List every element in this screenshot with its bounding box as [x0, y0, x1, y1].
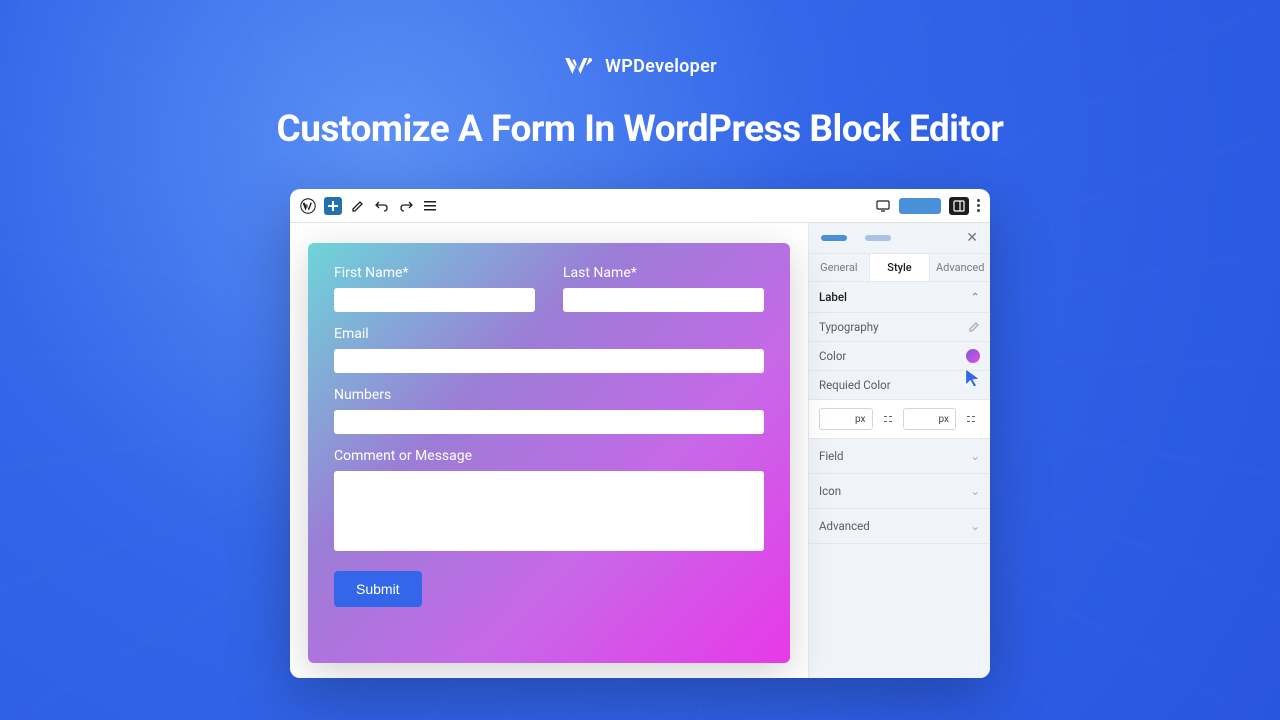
wordpress-logo-icon[interactable]	[300, 198, 316, 214]
first-name-label: First Name*	[334, 265, 535, 281]
brand-logo: WPDeveloper	[277, 52, 1004, 80]
last-name-label: Last Name*	[563, 265, 764, 281]
submit-button[interactable]: Submit	[334, 571, 422, 607]
sidebar-tabs: General Style Advanced	[809, 253, 990, 282]
edit-typography-icon[interactable]	[968, 321, 980, 333]
link-dimensions-icon-2[interactable]	[962, 410, 980, 428]
tab-style[interactable]: Style	[870, 254, 931, 281]
panel-field[interactable]: Field ⌄	[809, 439, 990, 474]
brand-name: WPDeveloper	[605, 56, 717, 77]
panel-label-header[interactable]: Label ⌃	[809, 282, 990, 313]
chevron-down-icon: ⌄	[970, 484, 980, 498]
row-typography[interactable]: Typography	[809, 313, 990, 342]
close-icon[interactable]: ✕	[966, 230, 978, 246]
chevron-up-icon: ⌃	[970, 290, 980, 304]
form-block[interactable]: First Name* Last Name* Email Numbers	[308, 243, 790, 663]
editor-toolbar	[290, 189, 990, 223]
more-options-icon[interactable]	[977, 199, 980, 212]
logo-mark-icon	[563, 52, 595, 80]
sidebar-tab-pill-2[interactable]	[865, 235, 891, 241]
numbers-input[interactable]	[334, 410, 764, 434]
tab-general[interactable]: General	[809, 254, 870, 281]
editor-window: First Name* Last Name* Email Numbers	[290, 189, 990, 678]
email-input[interactable]	[334, 349, 764, 373]
row-required-color[interactable]: Requied Color	[809, 371, 990, 400]
add-block-button[interactable]	[324, 197, 342, 215]
undo-icon[interactable]	[374, 198, 390, 214]
page-headline: Customize A Form In WordPress Block Edit…	[277, 108, 1004, 151]
numbers-label: Numbers	[334, 387, 764, 403]
unit-input-2[interactable]: px	[903, 408, 957, 430]
color-swatch-icon[interactable]	[966, 349, 980, 363]
comment-textarea[interactable]	[334, 471, 764, 551]
redo-icon[interactable]	[398, 198, 414, 214]
chevron-down-icon: ⌄	[970, 449, 980, 463]
last-name-input[interactable]	[563, 288, 764, 312]
desktop-view-icon[interactable]	[875, 198, 891, 214]
email-label: Email	[334, 326, 764, 342]
unit-controls: px px	[809, 400, 990, 439]
panel-advanced[interactable]: Advanced ⌄	[809, 509, 990, 544]
tab-advanced[interactable]: Advanced	[930, 254, 990, 281]
settings-sidebar: ✕ General Style Advanced Label ⌃ Typogra…	[808, 223, 990, 678]
sidebar-tab-pill-1[interactable]	[821, 235, 847, 241]
list-view-icon[interactable]	[422, 198, 438, 214]
editor-canvas: First Name* Last Name* Email Numbers	[290, 223, 808, 678]
first-name-input[interactable]	[334, 288, 535, 312]
panel-label-title: Label	[819, 290, 847, 304]
panel-icon[interactable]: Icon ⌄	[809, 474, 990, 509]
chevron-down-icon: ⌄	[970, 519, 980, 533]
link-dimensions-icon[interactable]	[879, 410, 897, 428]
publish-button[interactable]	[899, 198, 941, 214]
row-color[interactable]: Color	[809, 342, 990, 371]
edit-icon[interactable]	[350, 198, 366, 214]
settings-sidebar-toggle[interactable]	[949, 197, 969, 215]
unit-input-1[interactable]: px	[819, 408, 873, 430]
comment-label: Comment or Message	[334, 448, 764, 464]
